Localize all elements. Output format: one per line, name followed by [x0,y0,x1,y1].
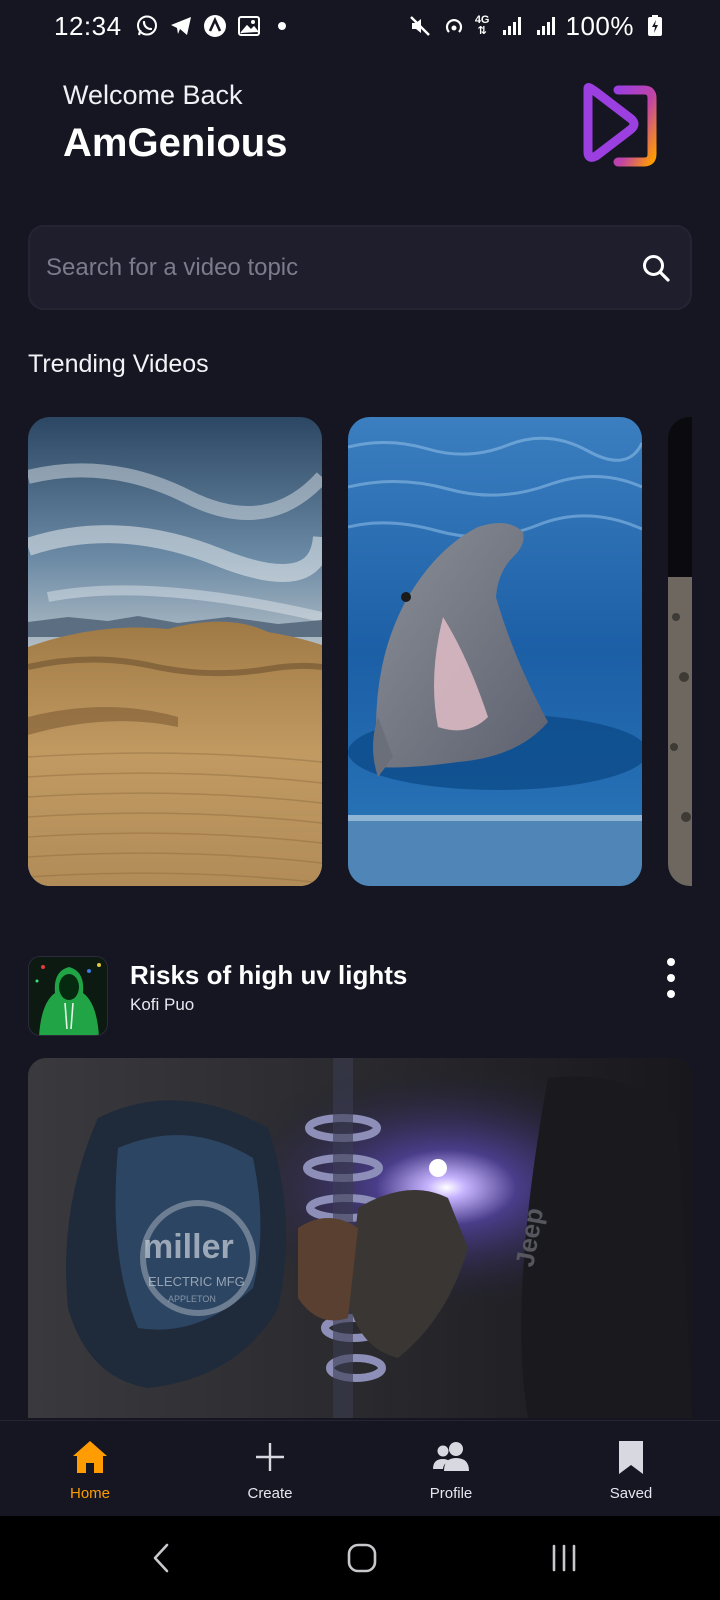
tab-saved[interactable]: Saved [571,1421,691,1516]
tab-label: Saved [609,1485,653,1502]
search-input[interactable] [46,253,640,282]
helmet-sub-text: ELECTRIC MFG [148,1274,245,1289]
trending-title: Trending Videos [28,350,209,378]
app-logo-icon [578,80,658,168]
notification-dot-icon [277,22,286,30]
home-icon [73,1441,107,1473]
back-button[interactable] [132,1536,192,1580]
network-type: 4G ⇅ [474,14,490,37]
whatsapp-icon [134,13,160,39]
bookmark-icon [619,1441,643,1474]
trending-card-lunar[interactable] [668,417,692,886]
helmet-brand-text: miller [143,1228,234,1266]
desert-dunes-thumbnail [28,417,322,886]
status-left: 12:34 [54,11,286,42]
android-nav-bar [0,1516,720,1600]
battery-icon [642,13,668,39]
recents-button[interactable] [534,1536,594,1580]
tab-create[interactable]: Create [210,1421,330,1516]
avatar[interactable] [28,956,108,1036]
home-button[interactable] [332,1536,392,1580]
home-circle-icon [347,1543,377,1573]
status-bar: 12:34 4G ⇅ 100% [0,0,720,52]
plus-icon [256,1443,284,1471]
tab-label: Profile [429,1485,473,1502]
search-bar[interactable] [28,225,692,310]
username: AmGenious [63,121,288,165]
tab-home[interactable]: Home [30,1421,150,1516]
hotspot-icon [441,13,467,39]
dolphin-thumbnail [348,417,642,886]
menu-dot-icon [667,974,675,982]
video-thumbnail[interactable]: miller ELECTRIC MFG APPLETON Jeep [28,1058,692,1418]
video-title[interactable]: Risks of high uv lights [130,960,407,991]
status-right: 4G ⇅ 100% [407,11,668,42]
more-options-button[interactable] [656,958,686,998]
tab-profile[interactable]: Profile [391,1421,511,1516]
signal-icon-2 [532,13,558,39]
welcome-text: Welcome Back [63,80,243,110]
menu-dot-icon [667,958,675,966]
welder-thumbnail: miller ELECTRIC MFG APPLETON Jeep [28,1058,692,1418]
battery-level: 100% [565,10,634,41]
tab-label: Home [69,1485,110,1502]
status-clock: 12:34 [54,10,122,41]
mute-icon [407,13,433,39]
trending-card-desert[interactable] [28,417,322,886]
helmet-sub-text-2: APPLETON [168,1294,216,1304]
gallery-icon [236,13,262,39]
recents-icon [552,1544,576,1572]
telegram-icon [168,13,194,39]
bottom-tab-bar: Home Create Profile Saved [0,1420,720,1515]
signal-icon [498,13,524,39]
users-icon [433,1442,469,1471]
search-icon[interactable] [640,252,672,284]
trending-card-dolphin[interactable] [348,417,642,886]
hooded-figure-avatar [29,957,107,1035]
tab-label: Create [247,1485,293,1502]
app-icon [202,13,228,39]
video-author[interactable]: Kofi Puo [130,995,194,1015]
back-icon [153,1543,169,1573]
lunar-surface-thumbnail [668,417,692,886]
menu-dot-icon [667,990,675,998]
